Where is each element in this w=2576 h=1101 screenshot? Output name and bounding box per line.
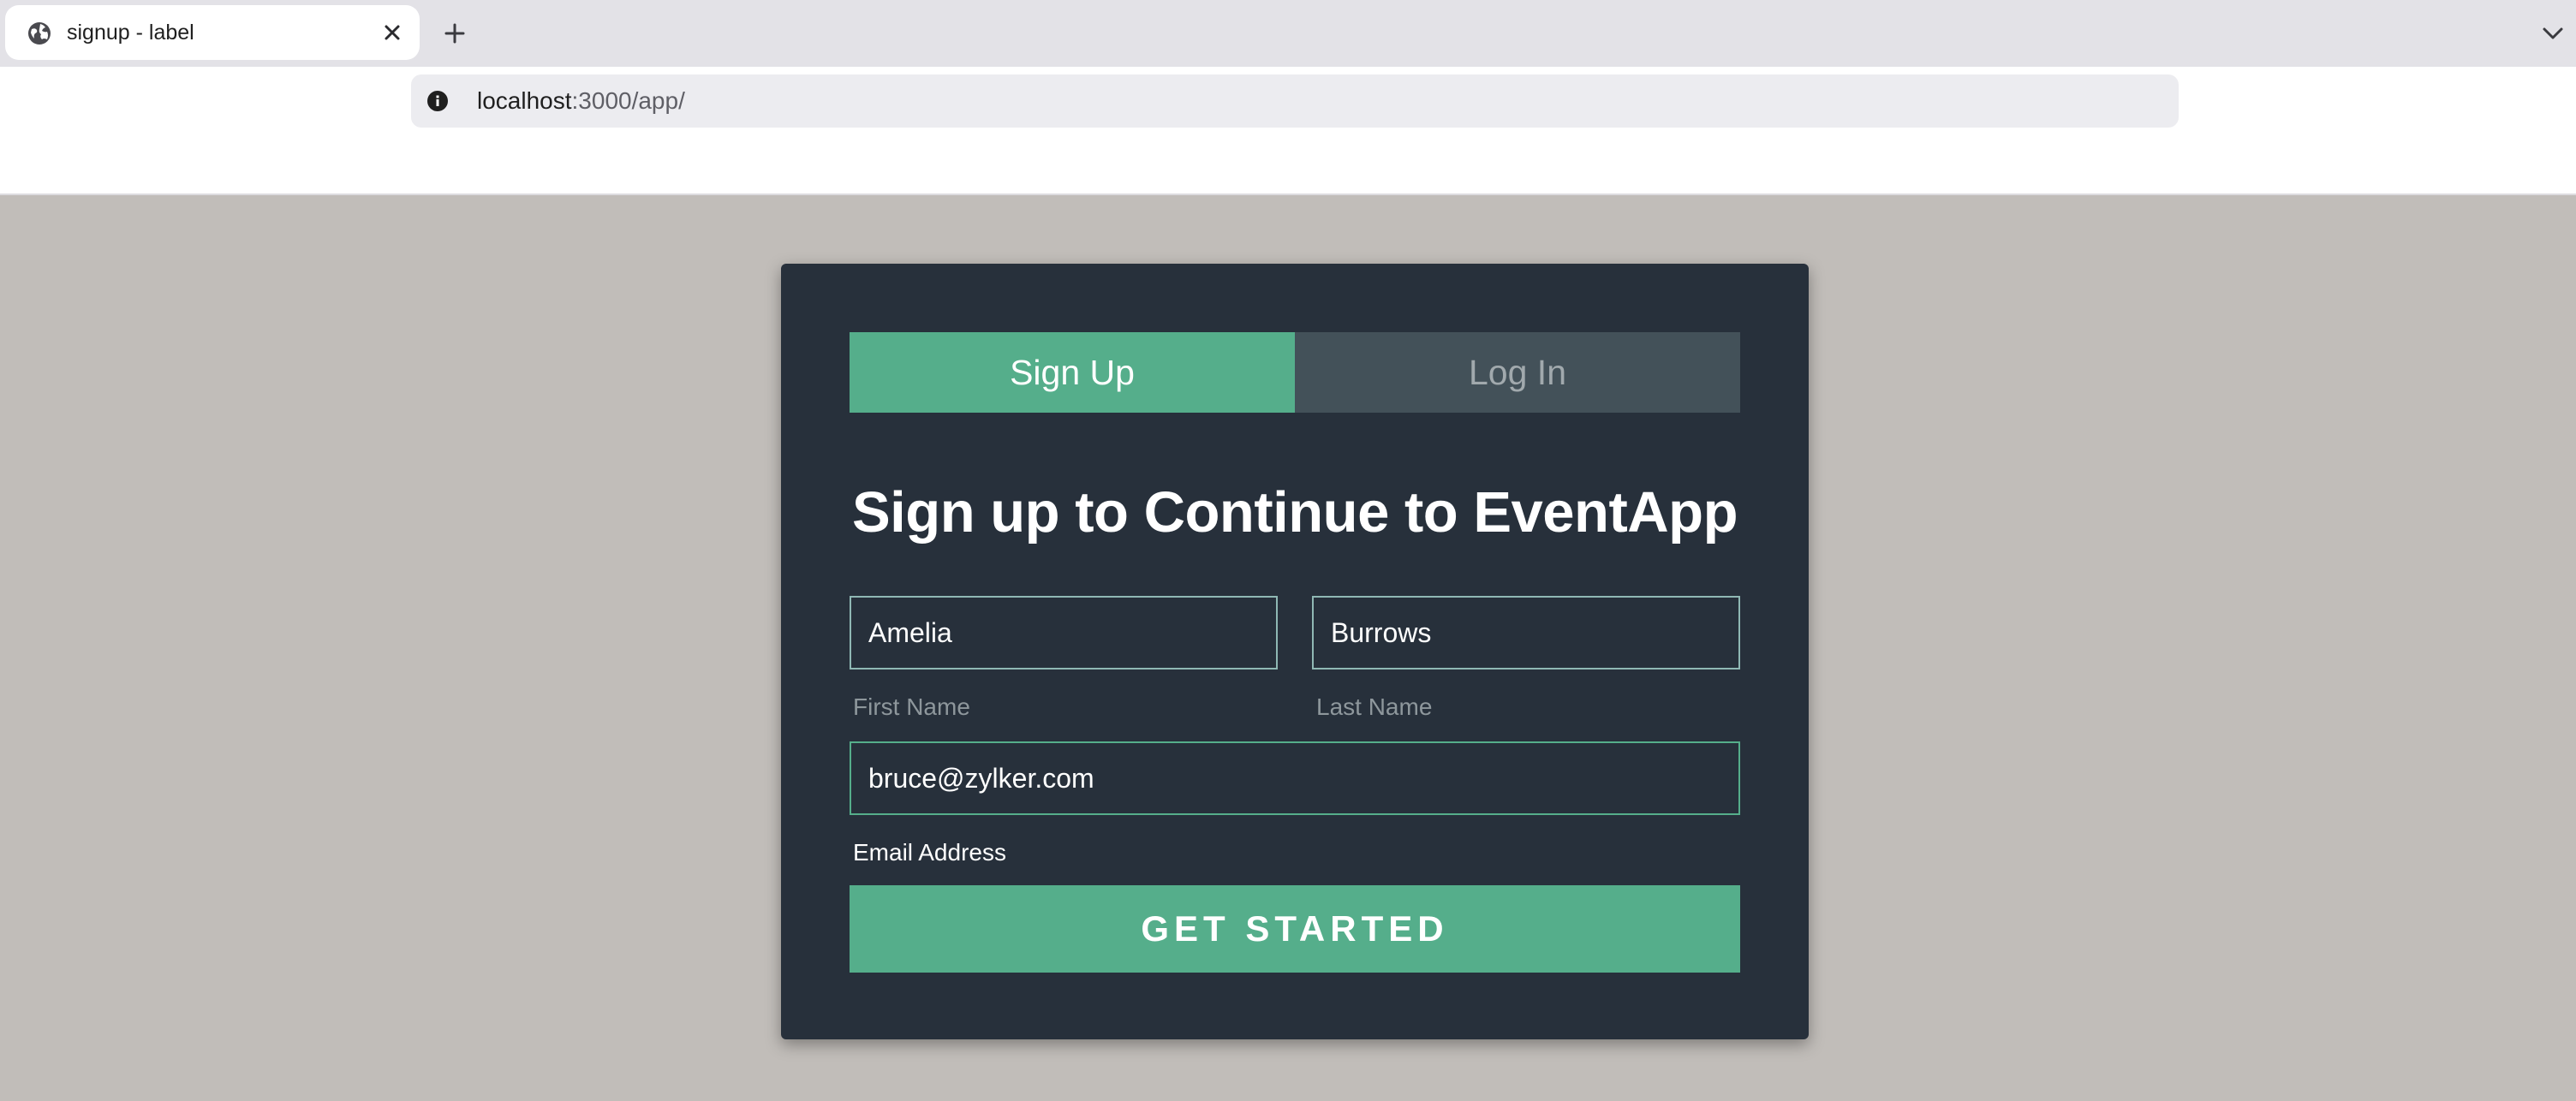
get-started-button[interactable]: GET STARTED [850,885,1740,973]
chevron-down-icon[interactable] [2540,22,2566,45]
tab-log-in[interactable]: Log In [1295,332,1740,413]
address-bar[interactable]: localhost:3000/app/ [411,74,2179,128]
browser-toolbar: localhost:3000/app/ [0,67,2576,195]
browser-tab-title: signup - label [67,21,194,45]
browser-tab-strip: signup - label [0,0,2576,67]
last-name-label: Last Name [1316,693,1433,720]
url-path: :3000/app/ [571,87,685,114]
page-title: Sign up to Continue to EventApp [851,480,1738,545]
first-name-label: First Name [853,693,970,720]
email-field[interactable] [850,741,1740,815]
info-icon[interactable] [426,90,449,112]
url-host: localhost [477,87,572,114]
close-icon[interactable] [380,21,404,45]
email-label: Email Address [853,839,1006,866]
first-name-field[interactable] [850,596,1278,670]
signup-card: Sign Up Log In Sign up to Continue to Ev… [781,264,1809,1039]
address-url: localhost:3000/app/ [477,74,685,128]
plus-icon[interactable] [440,19,469,48]
last-name-field[interactable] [1312,596,1740,670]
tab-sign-up[interactable]: Sign Up [850,332,1295,413]
browser-tab[interactable]: signup - label [5,5,420,60]
auth-tabs: Sign Up Log In [850,332,1740,413]
globe-icon [28,22,51,45]
